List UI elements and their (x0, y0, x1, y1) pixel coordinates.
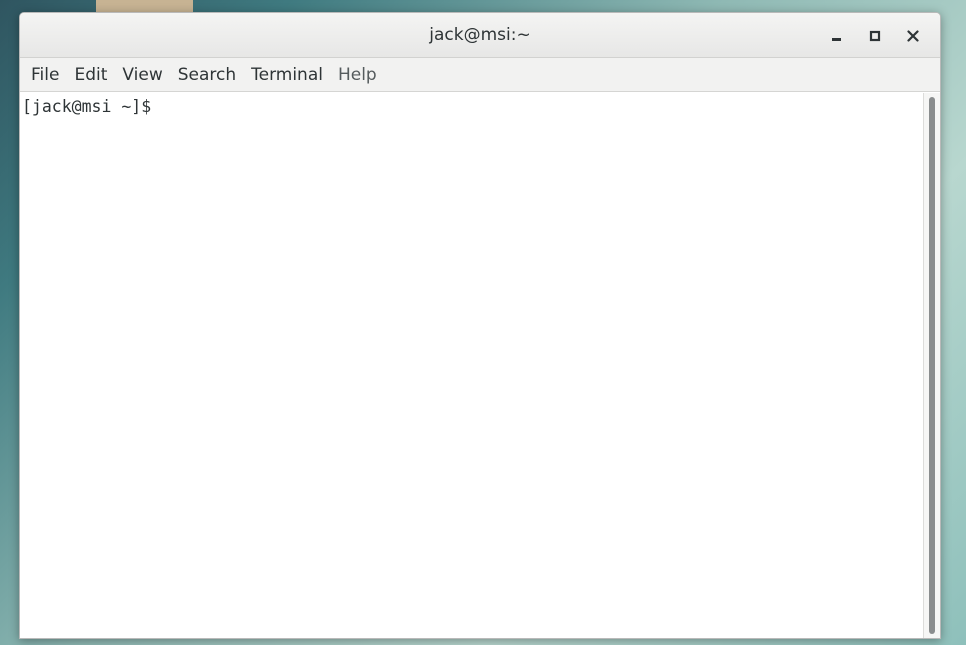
desktop-panel-tab (96, 0, 193, 12)
menu-view[interactable]: View (115, 61, 169, 89)
vertical-scrollbar[interactable] (923, 93, 940, 638)
minimize-icon (832, 37, 841, 41)
menu-help[interactable]: Help (331, 61, 384, 89)
maximize-button[interactable] (856, 20, 894, 52)
close-icon (907, 29, 919, 42)
terminal-area[interactable]: [jack@msi ~]$ (20, 93, 924, 638)
window-controls (818, 13, 932, 58)
menu-edit[interactable]: Edit (67, 61, 114, 89)
terminal-window: jack@msi:~ File Edit View Search Termina… (19, 12, 941, 639)
close-button[interactable] (894, 20, 932, 52)
titlebar[interactable]: jack@msi:~ (20, 13, 940, 58)
scrollbar-thumb[interactable] (929, 97, 935, 634)
window-title: jack@msi:~ (429, 25, 531, 45)
shell-prompt: [jack@msi ~]$ (22, 97, 152, 116)
menu-file[interactable]: File (24, 61, 66, 89)
minimize-button[interactable] (818, 20, 856, 52)
menubar: File Edit View Search Terminal Help (20, 58, 940, 92)
menu-search[interactable]: Search (171, 61, 243, 89)
maximize-icon (869, 30, 881, 41)
menu-terminal[interactable]: Terminal (244, 61, 330, 89)
